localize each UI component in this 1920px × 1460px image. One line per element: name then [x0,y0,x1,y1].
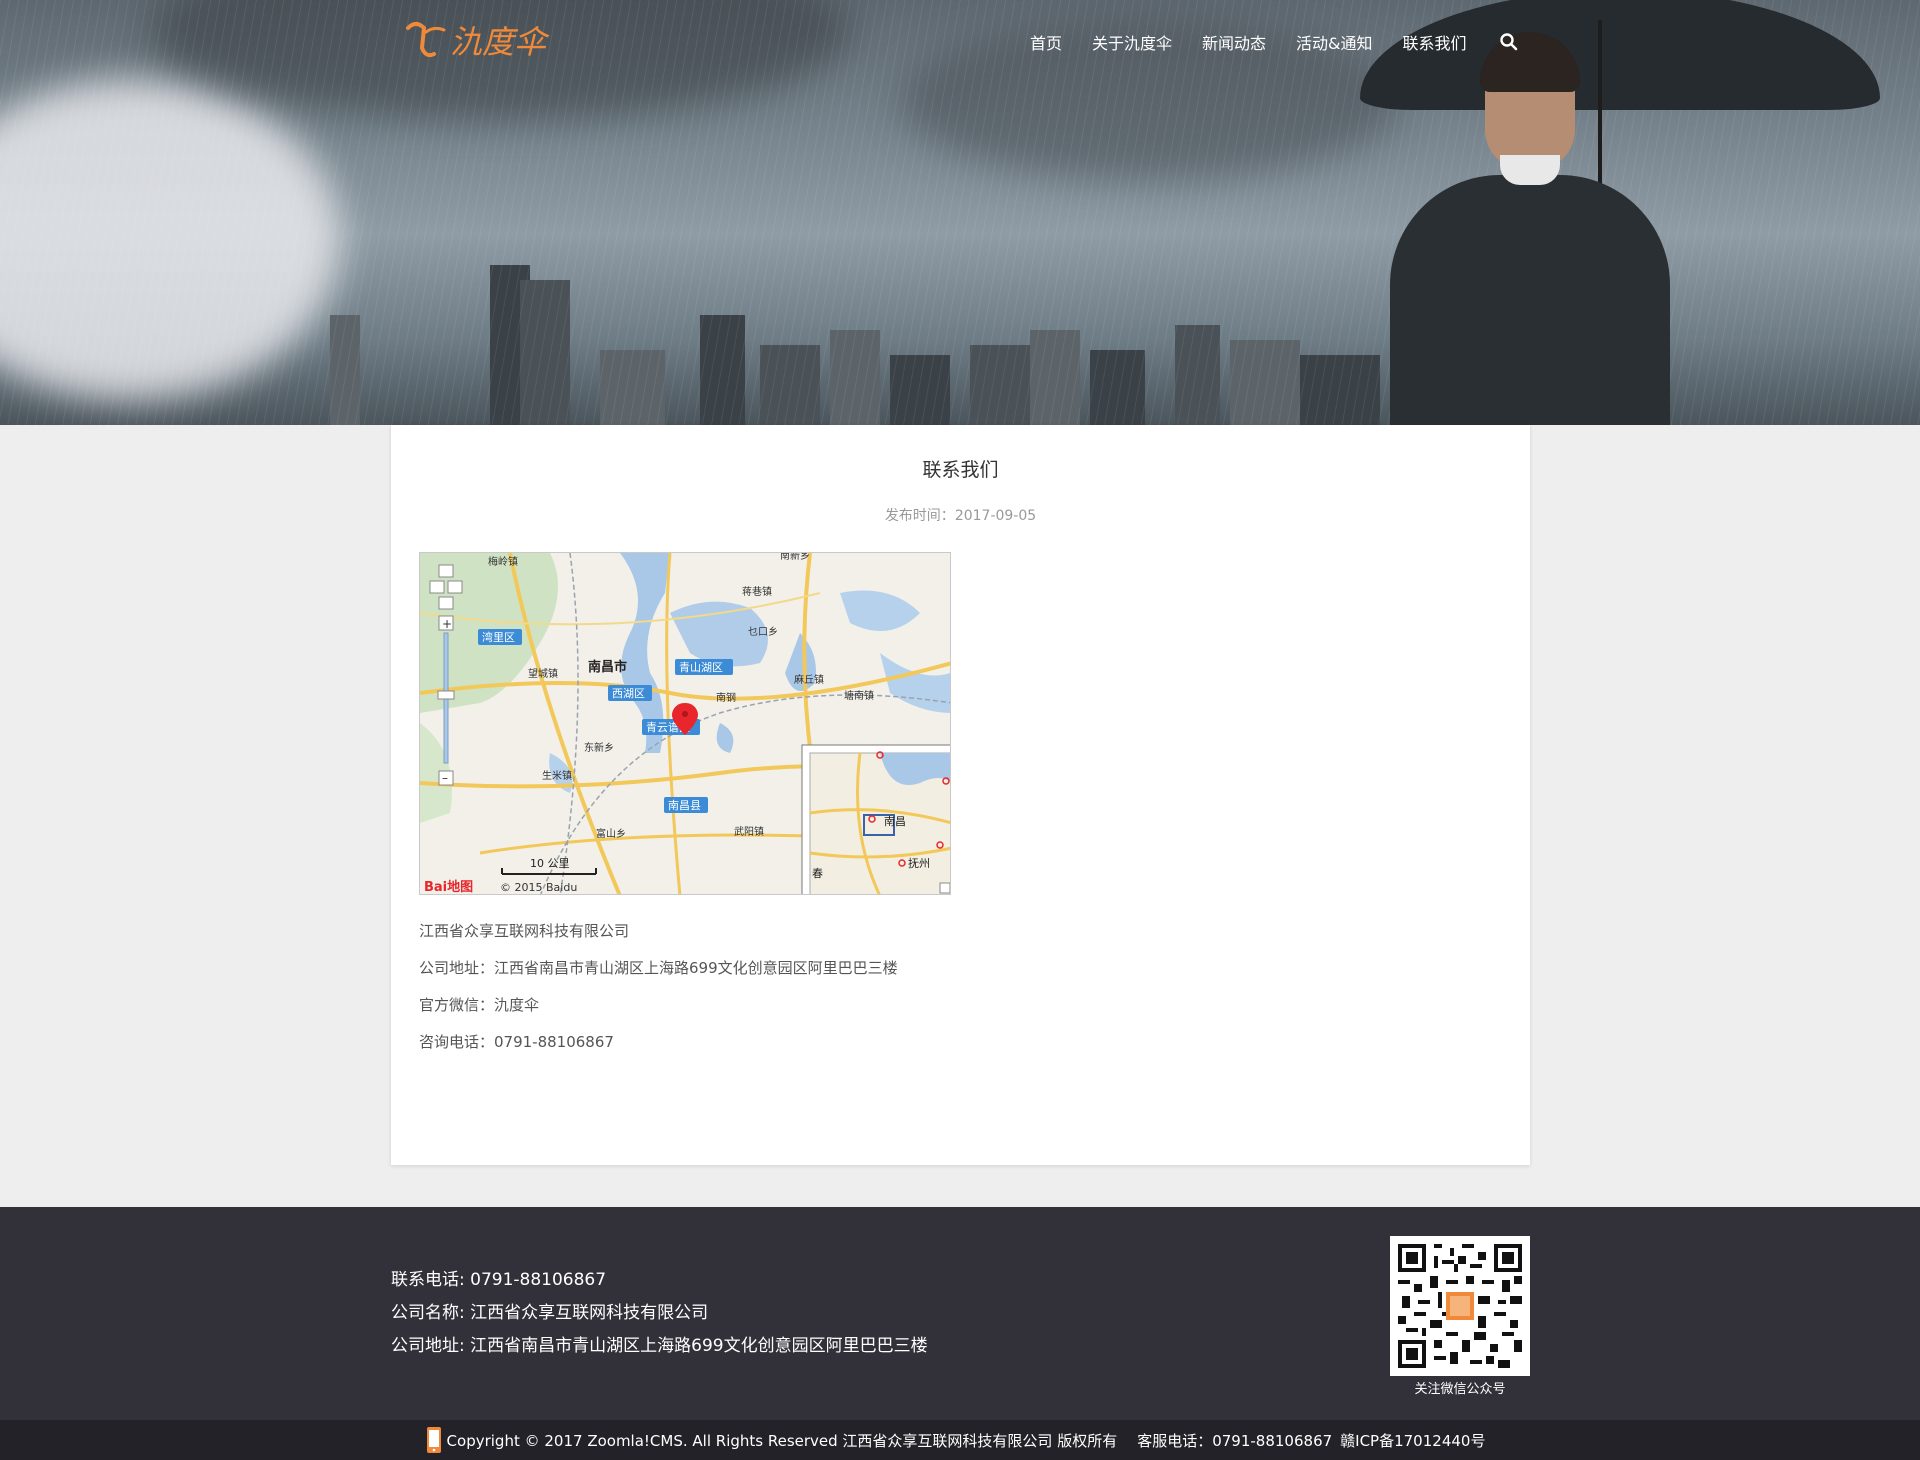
map-label-qingshanhu: 青山湖区 [679,661,723,674]
mobile-phone-icon [426,1427,441,1453]
company-address: 公司地址：江西省南昌市青山湖区上海路699文化创意园区阿里巴巴三楼 [419,959,898,977]
copyright-text: Copyright © 2017 Zoomla!CMS. All Rights … [446,1431,1118,1450]
baidu-map-logo[interactable]: Bai地图 [424,879,473,895]
map-label-nanchang-county: 南昌县 [668,799,701,812]
map-label-wuyang: 武阳镇 [734,825,764,838]
person-collar [1500,155,1560,185]
wechat-qr-code [1390,1236,1530,1376]
nav-item-events[interactable]: 活动&通知 [1296,30,1372,54]
article-card: 联系我们 发布时间：2017-09-05 梅岭镇 南新乡 蒋巷镇 湾里区 望城镇… [391,425,1530,1165]
map-label-wanli: 湾里区 [482,630,515,644]
company-phone: 咨询电话：0791-88106867 [419,1033,614,1051]
publish-info: 发布时间：2017-09-05 [391,505,1530,525]
map-label-jiangwei: 蒋巷镇 [742,585,772,598]
map-label-nanxin: 南新乡 [780,553,810,562]
map-copyright: © 2015 Baidu [500,881,577,894]
nav-item-news[interactable]: 新闻动态 [1202,30,1266,54]
service-phone: 客服电话：0791-88106867 [1137,1431,1333,1450]
logo-text: 氿度伞 [450,23,547,61]
nav-item-about[interactable]: 关于氿度伞 [1092,30,1172,54]
map-label-tanghu: 塘南镇 [844,689,874,702]
map-label-wangcheng: 望城镇 [528,667,558,680]
map-label-nangang: 南钢 [716,691,736,704]
person-body [1390,175,1670,425]
publish-date: 2017-09-05 [954,508,1037,524]
company-name: 江西省众享互联网科技有限公司 [419,922,630,940]
svg-text:–: – [442,771,448,785]
map-label-dongxin: 东新乡 [584,741,614,754]
copyright-bar: Copyright © 2017 Zoomla!CMS. All Rights … [0,1420,1920,1460]
map-label-fushan: 富山乡 [596,827,626,840]
search-icon[interactable] [1499,32,1519,52]
page-title: 联系我们 [922,459,999,481]
map-overview[interactable]: 南昌 抚州 春 [801,744,951,895]
map-label-meiling: 梅岭镇 [488,555,518,568]
baidu-map[interactable]: 梅岭镇 南新乡 蒋巷镇 湾里区 望城镇 南昌市 青山湖区 西湖区 青云谱区 南昌… [419,552,951,895]
svg-text:+: + [442,617,452,631]
map-label-nanchang-city: 南昌市 [588,659,627,675]
mini-map-label-chun: 春 [812,867,823,880]
qr-code-icon [1398,1244,1522,1368]
main-nav: 首页 关于氿度伞 新闻动态 活动&通知 联系我们 [1030,30,1519,54]
map-label-shengmi: 生米镇 [542,769,572,782]
nav-item-contact[interactable]: 联系我们 [1403,30,1467,54]
company-wechat: 官方微信：氿度伞 [419,996,540,1014]
map-scale-label: 10 公里 [530,857,570,870]
nav-item-home[interactable]: 首页 [1030,30,1062,54]
qr-caption: 关注微信公众号 [1414,1382,1506,1397]
site-logo[interactable]: 氿度伞 [404,16,546,64]
map-label-luokou: 乜口乡 [748,626,778,638]
mini-map-label-fuzhou: 抚州 [908,856,930,870]
map-canvas: 梅岭镇 南新乡 蒋巷镇 湾里区 望城镇 南昌市 青山湖区 西湖区 青云谱区 南昌… [420,553,951,895]
footer-address: 公司地址: 江西省南昌市青山湖区上海路699文化创意园区阿里巴巴三楼 [391,1336,928,1356]
mini-map-label-nanchang: 南昌 [884,815,906,828]
map-label-mali: 麻丘镇 [794,673,824,686]
footer-company: 公司名称: 江西省众享互联网科技有限公司 [391,1303,709,1323]
umbrella-logo-icon [406,22,446,58]
footer-phone: 联系电话: 0791-88106867 [391,1270,607,1290]
map-label-xihu: 西湖区 [612,687,645,700]
icp-number[interactable]: 赣ICP备17012440号 [1340,1430,1485,1451]
site-footer: 联系电话: 0791-88106867 公司名称: 江西省众享互联网科技有限公司… [0,1207,1920,1420]
hero-banner [0,0,1920,425]
publish-label: 发布时间： [884,508,955,524]
